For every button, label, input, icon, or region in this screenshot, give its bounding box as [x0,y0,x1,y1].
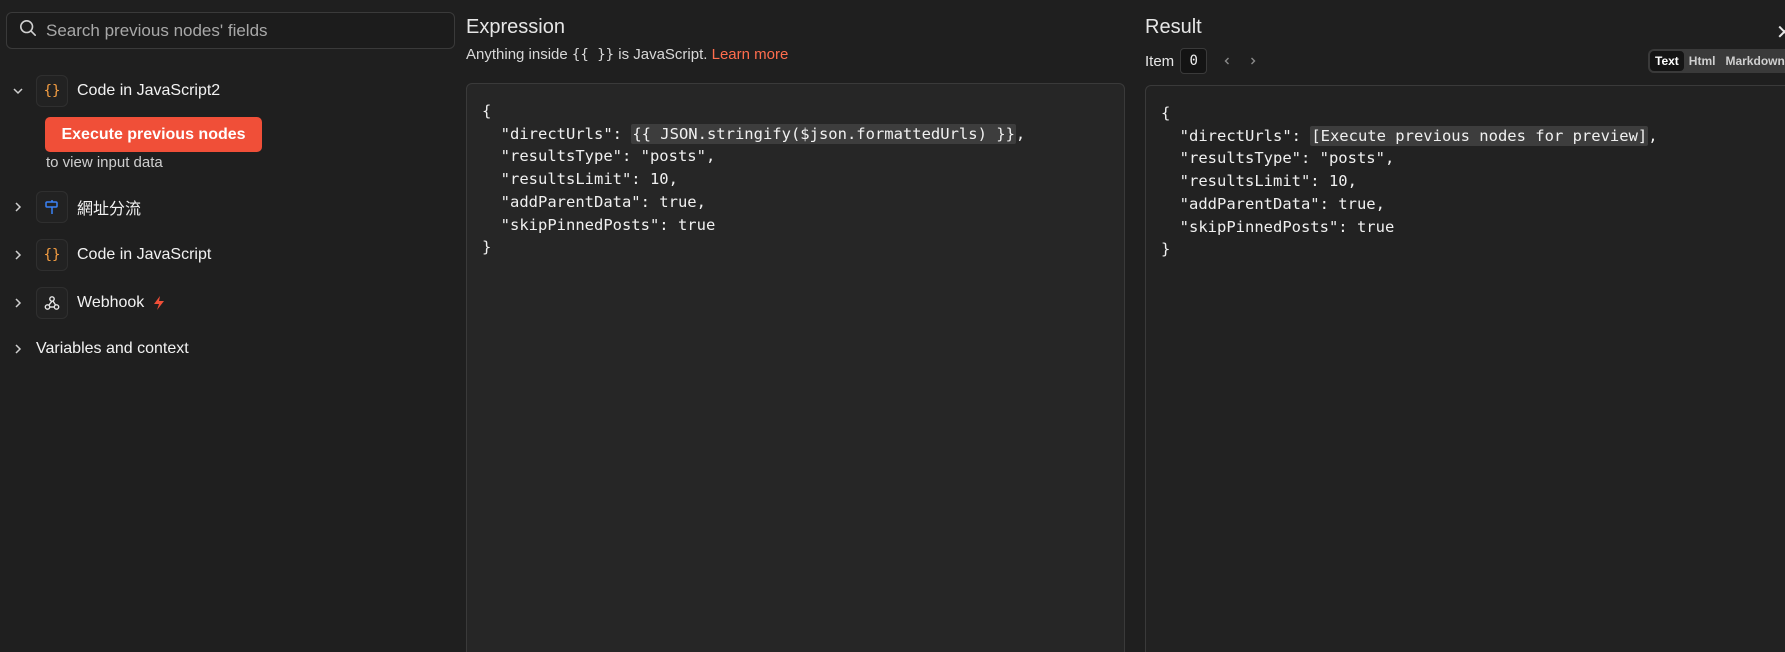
code-line: { [482,102,492,120]
node-url-router[interactable]: 網址分流 [0,189,141,225]
code-line: "addParentData": true, [1161,194,1385,213]
search-icon [19,19,37,42]
variables-and-context[interactable]: Variables and context [0,331,189,367]
subtitle-braces: {{ }} [571,47,615,63]
variables-label: Variables and context [36,340,189,357]
node-label: Code in JavaScript2 [77,82,221,99]
lightning-bolt-icon [154,296,165,310]
signpost-icon [36,191,68,223]
code-line: "resultsLimit": 10, [482,170,678,189]
execute-hint: to view input data [46,154,163,171]
code-braces-icon: {} [36,75,68,107]
preview-placeholder: [Execute previous nodes for preview] [1310,125,1649,146]
code-line: "resultsLimit": 10, [1161,172,1357,191]
code-line: "resultsType": "posts", [482,147,716,166]
code-line: "addParentData": true, [482,192,706,211]
node-code-in-javascript[interactable]: {} Code in JavaScript [0,237,211,273]
input-panel: {} Code in JavaScript2 Execute previous … [0,0,465,652]
node-label: 網址分流 [77,201,142,218]
code-punct: , [1648,126,1658,145]
result-code: { "directUrls": [Execute previous nodes … [1161,102,1785,261]
item-index-input[interactable] [1180,48,1208,74]
code-line: "skipPinnedPosts": true [482,215,716,234]
chevron-right-icon[interactable] [0,343,36,355]
code-line: { [1161,104,1171,122]
format-html[interactable]: Html [1684,51,1721,71]
node-label: Code in JavaScript [77,246,212,263]
subtitle-suffix: is JavaScript. [618,46,708,63]
format-markdown[interactable]: Markdown [1720,51,1785,71]
expression-editor[interactable]: { "directUrls": {{ JSON.stringify($json.… [466,83,1125,652]
code-punct: , [1015,124,1026,143]
close-icon[interactable]: ✕ [1776,20,1785,45]
item-selector: Item [1145,48,1259,74]
node-webhook[interactable]: Webhook [0,285,166,321]
result-title: Result [1145,16,1202,38]
chevron-right-icon[interactable] [0,297,36,309]
expression-title: Expression [466,16,565,38]
code-line: "resultsType": "posts", [1161,149,1395,168]
code-line: "skipPinnedPosts": true [1161,217,1395,236]
chevron-right-icon[interactable] [0,201,36,213]
chevron-right-icon[interactable] [0,249,36,261]
code-braces-icon: {} [36,239,68,271]
code-line: "directUrls": [482,124,632,143]
code-line: } [482,238,492,257]
code-line: "directUrls": [1161,126,1311,145]
item-label: Item [1145,52,1175,70]
learn-more-link[interactable]: Learn more [712,46,789,63]
subtitle-prefix: Anything inside [466,46,568,63]
search-input[interactable] [46,20,446,41]
node-label: Webhook [77,294,145,311]
search-box[interactable] [6,12,455,49]
code-line: } [1161,240,1171,259]
chevron-right-icon[interactable] [1247,55,1259,67]
format-text[interactable]: Text [1650,51,1684,71]
expression-code: { "directUrls": {{ JSON.stringify($json.… [482,100,1109,259]
chevron-down-icon[interactable] [0,85,36,97]
format-toggle: Text Html Markdown [1648,49,1785,73]
expression-highlight: {{ JSON.stringify($json.formattedUrls) }… [631,123,1016,144]
expression-subtitle: Anything inside {{ }} is JavaScript. Lea… [466,46,788,63]
chevron-left-icon[interactable] [1221,55,1233,67]
result-preview: { "directUrls": [Execute previous nodes … [1145,85,1785,652]
node-code-in-javascript2[interactable]: {} Code in JavaScript2 [0,73,220,109]
execute-previous-nodes-button[interactable]: Execute previous nodes [45,117,262,152]
webhook-icon [36,287,68,319]
